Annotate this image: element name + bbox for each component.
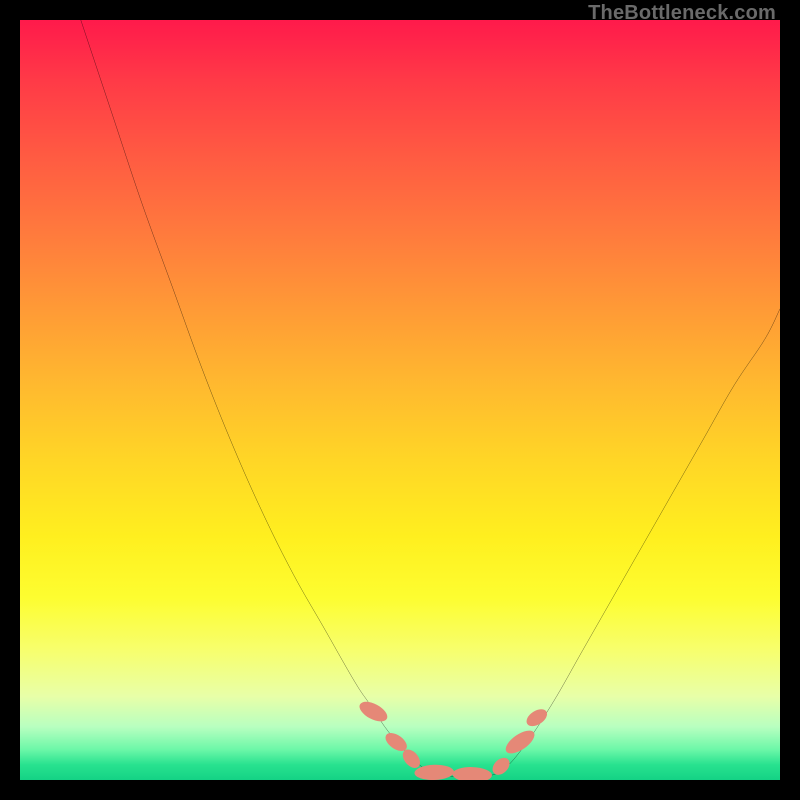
curve-marker-6 [502,726,538,758]
chart-frame [20,20,780,780]
curve-marker-0 [356,698,390,726]
curve-marker-5 [489,754,513,778]
curve-marker-7 [524,706,551,730]
bottleneck-curve [81,20,780,777]
chart-svg [20,20,780,780]
curve-marker-4 [452,766,492,780]
curve-marker-3 [414,764,454,780]
curve-markers [356,698,550,780]
